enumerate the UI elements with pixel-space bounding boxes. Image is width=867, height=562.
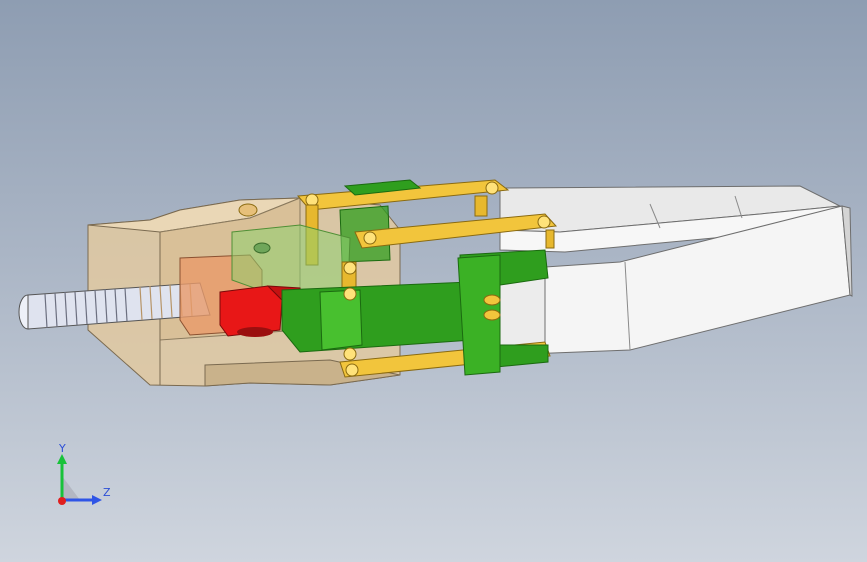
triad-axes	[57, 454, 102, 505]
z-axis-label: Z	[103, 486, 111, 499]
coordinate-triad: Y Z	[40, 438, 130, 518]
3d-viewport[interactable]: Y Z	[0, 0, 867, 562]
gripper-assembly[interactable]	[0, 0, 867, 562]
y-axis-label: Y	[59, 442, 66, 455]
x-axis-dot	[58, 497, 66, 505]
z-arrow-icon	[92, 495, 102, 505]
y-arrow-icon	[57, 454, 67, 464]
